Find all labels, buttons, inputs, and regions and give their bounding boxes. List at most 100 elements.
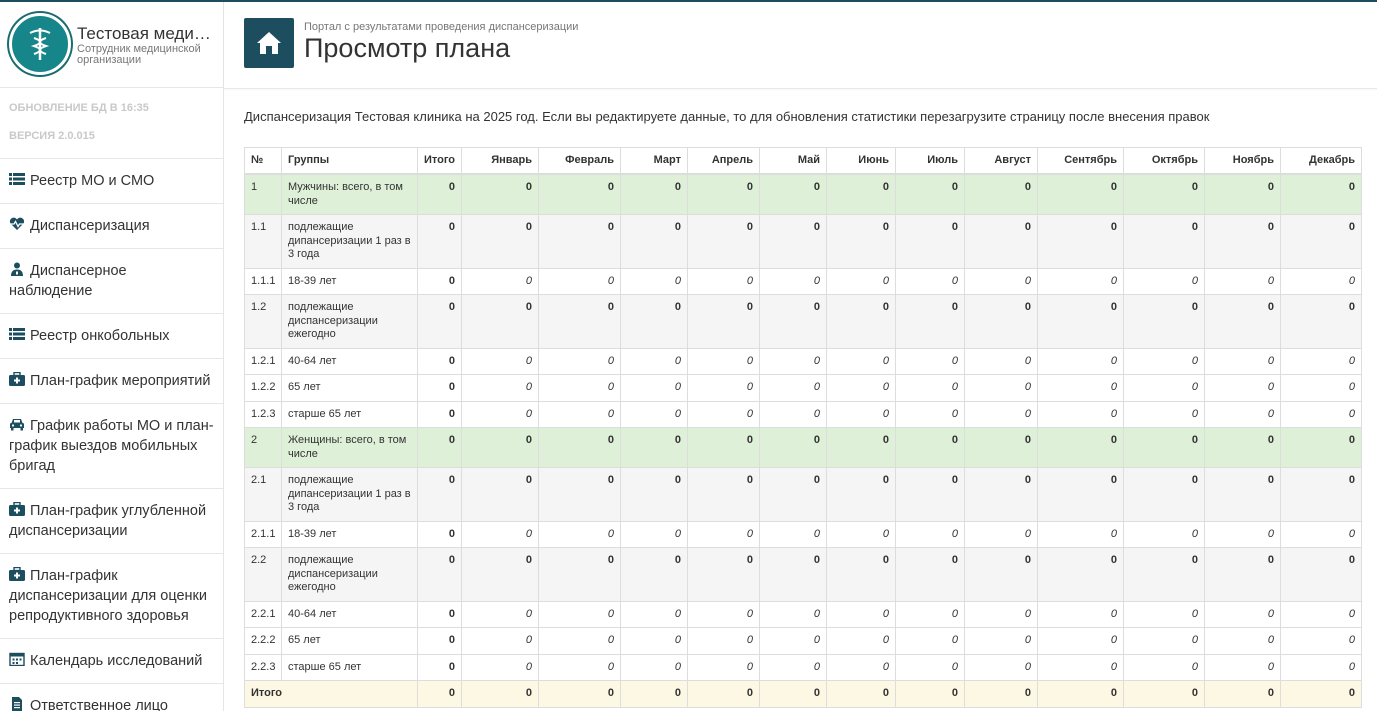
nav-item-0[interactable]: Реестр МО и СМО: [0, 159, 223, 204]
month-cell[interactable]: 0: [538, 400, 621, 428]
column-header[interactable]: Ноябрь: [1204, 147, 1281, 175]
month-cell[interactable]: 0: [1037, 653, 1124, 681]
month-cell[interactable]: 0: [895, 600, 965, 628]
month-cell[interactable]: 0: [895, 627, 965, 655]
month-cell[interactable]: 0: [964, 653, 1038, 681]
nav-item-2[interactable]: Диспансерное наблюдение: [0, 249, 223, 314]
month-cell[interactable]: 0: [826, 627, 896, 655]
month-cell[interactable]: 0: [1204, 600, 1281, 628]
month-cell[interactable]: 0: [1037, 400, 1124, 428]
month-cell[interactable]: 0: [964, 600, 1038, 628]
column-header[interactable]: Итого: [417, 147, 462, 175]
month-cell[interactable]: 0: [1037, 627, 1124, 655]
month-cell[interactable]: 0: [461, 267, 539, 295]
month-cell[interactable]: 0: [826, 400, 896, 428]
month-cell[interactable]: 0: [1204, 400, 1281, 428]
month-cell[interactable]: 0: [1123, 374, 1205, 402]
nav-item-5[interactable]: График работы МО и план-график выездов м…: [0, 404, 223, 489]
month-cell[interactable]: 0: [895, 400, 965, 428]
home-button[interactable]: [244, 18, 294, 68]
month-cell[interactable]: 0: [964, 374, 1038, 402]
month-cell[interactable]: 0: [1280, 653, 1362, 681]
month-cell[interactable]: 0: [1204, 520, 1281, 548]
month-cell[interactable]: 0: [538, 600, 621, 628]
month-cell[interactable]: 0: [1280, 520, 1362, 548]
nav-item-6[interactable]: План-график углубленной диспансеризации: [0, 489, 223, 554]
month-cell[interactable]: 0: [687, 600, 760, 628]
month-cell[interactable]: 0: [1280, 627, 1362, 655]
month-cell[interactable]: 0: [895, 267, 965, 295]
month-cell[interactable]: 0: [461, 347, 539, 375]
month-cell[interactable]: 0: [1204, 267, 1281, 295]
column-header[interactable]: Июль: [895, 147, 965, 175]
month-cell[interactable]: 0: [687, 347, 760, 375]
column-header[interactable]: Февраль: [538, 147, 621, 175]
month-cell[interactable]: 0: [1123, 627, 1205, 655]
nav-item-1[interactable]: Диспансеризация: [0, 204, 223, 249]
month-cell[interactable]: 0: [687, 400, 760, 428]
column-header[interactable]: Август: [964, 147, 1038, 175]
month-cell[interactable]: 0: [759, 267, 827, 295]
month-cell[interactable]: 0: [964, 347, 1038, 375]
month-cell[interactable]: 0: [687, 627, 760, 655]
column-header[interactable]: №: [244, 147, 282, 175]
month-cell[interactable]: 0: [759, 600, 827, 628]
month-cell[interactable]: 0: [1123, 653, 1205, 681]
month-cell[interactable]: 0: [1037, 374, 1124, 402]
month-cell[interactable]: 0: [759, 347, 827, 375]
nav-item-4[interactable]: План-график мероприятий: [0, 359, 223, 404]
column-header[interactable]: Март: [620, 147, 688, 175]
column-header[interactable]: Май: [759, 147, 827, 175]
nav-item-3[interactable]: Реестр онкобольных: [0, 314, 223, 359]
month-cell[interactable]: 0: [538, 627, 621, 655]
month-cell[interactable]: 0: [1280, 267, 1362, 295]
month-cell[interactable]: 0: [1123, 347, 1205, 375]
month-cell[interactable]: 0: [895, 520, 965, 548]
month-cell[interactable]: 0: [461, 627, 539, 655]
nav-item-7[interactable]: План-график диспансеризации для оценки р…: [0, 554, 223, 639]
month-cell[interactable]: 0: [620, 653, 688, 681]
month-cell[interactable]: 0: [538, 347, 621, 375]
month-cell[interactable]: 0: [538, 653, 621, 681]
month-cell[interactable]: 0: [826, 653, 896, 681]
month-cell[interactable]: 0: [1204, 627, 1281, 655]
month-cell[interactable]: 0: [687, 374, 760, 402]
column-header[interactable]: Октябрь: [1123, 147, 1205, 175]
month-cell[interactable]: 0: [1280, 400, 1362, 428]
month-cell[interactable]: 0: [1204, 374, 1281, 402]
month-cell[interactable]: 0: [964, 627, 1038, 655]
column-header[interactable]: Январь: [461, 147, 539, 175]
month-cell[interactable]: 0: [1280, 374, 1362, 402]
month-cell[interactable]: 0: [826, 600, 896, 628]
month-cell[interactable]: 0: [895, 653, 965, 681]
month-cell[interactable]: 0: [964, 520, 1038, 548]
month-cell[interactable]: 0: [538, 520, 621, 548]
month-cell[interactable]: 0: [620, 267, 688, 295]
nav-item-8[interactable]: Календарь исследований: [0, 639, 223, 684]
month-cell[interactable]: 0: [759, 627, 827, 655]
breadcrumb[interactable]: Портал с результатами проведения диспанс…: [304, 21, 578, 33]
month-cell[interactable]: 0: [1037, 347, 1124, 375]
month-cell[interactable]: 0: [620, 520, 688, 548]
month-cell[interactable]: 0: [964, 267, 1038, 295]
column-header[interactable]: Апрель: [687, 147, 760, 175]
month-cell[interactable]: 0: [759, 400, 827, 428]
month-cell[interactable]: 0: [1123, 400, 1205, 428]
month-cell[interactable]: 0: [1204, 347, 1281, 375]
month-cell[interactable]: 0: [826, 347, 896, 375]
month-cell[interactable]: 0: [759, 653, 827, 681]
month-cell[interactable]: 0: [895, 347, 965, 375]
month-cell[interactable]: 0: [1123, 520, 1205, 548]
column-header[interactable]: Июнь: [826, 147, 896, 175]
month-cell[interactable]: 0: [461, 520, 539, 548]
month-cell[interactable]: 0: [826, 267, 896, 295]
column-header[interactable]: Группы: [281, 147, 418, 175]
month-cell[interactable]: 0: [826, 374, 896, 402]
month-cell[interactable]: 0: [1037, 520, 1124, 548]
nav-item-9[interactable]: Ответственное лицо: [0, 684, 223, 711]
month-cell[interactable]: 0: [1037, 600, 1124, 628]
month-cell[interactable]: 0: [620, 400, 688, 428]
month-cell[interactable]: 0: [620, 347, 688, 375]
month-cell[interactable]: 0: [759, 374, 827, 402]
month-cell[interactable]: 0: [620, 627, 688, 655]
